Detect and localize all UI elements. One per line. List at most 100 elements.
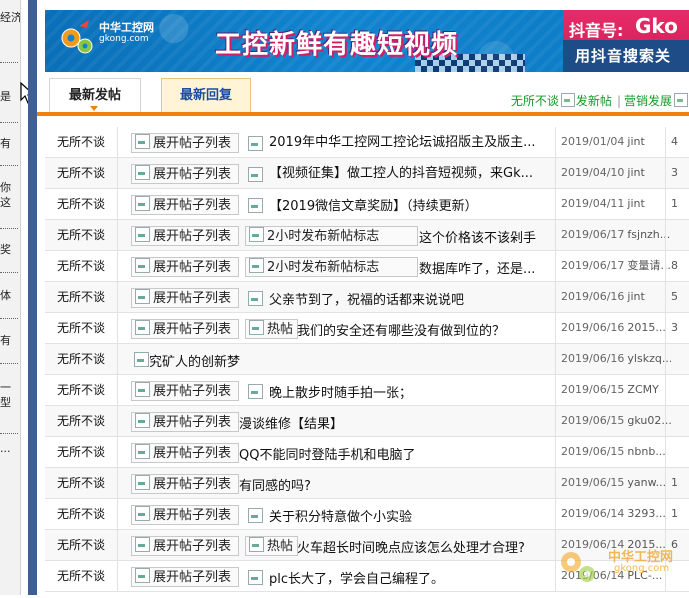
forum-name[interactable]: 无所不谈 (45, 530, 118, 560)
marketing-link[interactable]: 营销发展 (624, 94, 672, 108)
thread-title[interactable]: plc长大了，学会自己编程了。 (269, 571, 444, 589)
table-row: 无所不谈 展开帖子列表 晚上散步时随手拍一张； 2019/06/15 ZCMY (45, 375, 689, 406)
thread-title[interactable]: 有同感的吗? (239, 478, 311, 496)
thread-title[interactable]: 晚上散步时随手拍一张； (269, 385, 412, 403)
thread-title[interactable]: 【2019微信文章奖励】（持续更新） (269, 198, 478, 216)
forum-name[interactable]: 无所不谈 (45, 158, 118, 188)
expand-list-button[interactable]: 展开帖子列表 (131, 288, 239, 308)
table-row: 无所不谈 展开帖子列表 【视频征集】做工控人的抖音短视频，来Gk... 2019… (45, 158, 689, 189)
thread-title[interactable]: 我们的安全还有哪些没有做到位的？ (297, 323, 505, 341)
forum-name[interactable]: 无所不谈 (45, 220, 118, 250)
reply-count (665, 437, 689, 467)
new-badge-label: 2小时发布新帖标志 (267, 229, 380, 244)
expand-list-button[interactable]: 展开帖子列表 (131, 195, 239, 215)
sidebar-fragment[interactable]: 你这 (0, 180, 14, 210)
thread-title[interactable]: 2019年中华工控网工控论坛诚招版主及版主... (269, 134, 535, 152)
sidebar-fragment[interactable]: 是 (0, 89, 11, 104)
site-logo[interactable]: 中华工控网 gkong.com (55, 16, 165, 62)
forum-name[interactable]: 无所不谈 (45, 499, 118, 529)
author-link[interactable]: fsjnzh... (627, 228, 670, 241)
broken-image-icon (135, 506, 150, 521)
expand-label: 展开帖子列表 (153, 136, 232, 151)
hot-badge-label: 热帖 (267, 539, 294, 554)
reply-count: 1 (665, 189, 689, 219)
author-link[interactable]: jint (627, 290, 644, 303)
broken-image-icon (135, 475, 150, 490)
tab-latest-posts[interactable]: 最新发帖 (49, 78, 141, 114)
broken-image-icon (135, 568, 150, 583)
thread-title[interactable]: 漫谈维修【结果】 (239, 416, 343, 434)
expand-list-button[interactable]: 展开帖子列表 (131, 443, 239, 463)
forum-name[interactable]: 无所不谈 (45, 282, 118, 312)
forum-name[interactable]: 无所不谈 (45, 251, 118, 281)
broken-image-icon (135, 444, 150, 459)
expand-list-button[interactable]: 展开帖子列表 (131, 381, 239, 401)
forum-name[interactable]: 无所不谈 (45, 561, 118, 591)
forum-name[interactable]: 无所不谈 (45, 375, 118, 405)
author-link[interactable]: jint (627, 135, 644, 148)
expand-list-button[interactable]: 展开帖子列表 (131, 505, 239, 525)
thread-title[interactable]: 父亲节到了，祝福的话都来说说吧 (269, 292, 464, 310)
table-row: 无所不谈 展开帖子列表 热帖 我们的安全还有哪些没有做到位的？ 2019/06/… (45, 313, 689, 344)
author-link[interactable]: yanw... (627, 476, 666, 489)
thread-title[interactable]: 这个价格该不该剁手 (419, 230, 536, 248)
expand-list-button[interactable]: 展开帖子列表 (131, 536, 239, 556)
title-cell: 展开帖子列表 QQ不能同时登陆手机和电脑了 (127, 437, 555, 467)
author-link[interactable]: ZCMY (627, 383, 658, 396)
tab-latest-replies[interactable]: 最新回复 (161, 78, 251, 114)
forum-link[interactable]: 无所不谈 (511, 94, 559, 108)
broken-image-icon (249, 258, 264, 273)
expand-list-button[interactable]: 展开帖子列表 (131, 567, 239, 587)
expand-list-button[interactable]: 展开帖子列表 (131, 412, 239, 432)
broken-image-icon (135, 258, 150, 273)
forum-name[interactable]: 无所不谈 (45, 437, 118, 467)
broken-image-icon (674, 93, 688, 107)
title-cell: 展开帖子列表 【2019微信文章奖励】（持续更新） (127, 189, 555, 219)
thread-title[interactable]: 究矿人的创新梦 (149, 354, 240, 372)
author-link[interactable]: 2015... (627, 321, 665, 334)
thread-title[interactable]: QQ不能同时登陆手机和电脑了 (239, 447, 415, 465)
sidebar-divider (0, 122, 18, 123)
broken-image-icon (249, 227, 264, 242)
post-date: 2019/06/17 变量请... (555, 251, 671, 281)
sidebar-fragment[interactable]: 一型 (0, 380, 12, 410)
expand-label: 展开帖子列表 (153, 570, 232, 585)
thread-title[interactable]: 关于积分特意做个小实验 (269, 509, 412, 527)
expand-list-button[interactable]: 展开帖子列表 (131, 319, 239, 339)
tab-underline (37, 112, 689, 116)
promo-banner[interactable]: 中华工控网 gkong.com 工控新鲜有趣短视频 抖音号: Gko 用抖音搜索… (45, 10, 689, 72)
author-link[interactable]: nbnb... (627, 445, 665, 458)
sidebar-divider (0, 165, 18, 166)
thread-title[interactable]: 【视频征集】做工控人的抖音短视频，来Gk... (269, 165, 533, 183)
forum-name[interactable]: 无所不谈 (45, 189, 118, 219)
author-link[interactable]: jint (627, 166, 644, 179)
hot-badge-label: 热帖 (267, 322, 294, 337)
frame-splitter[interactable] (28, 0, 37, 595)
title-cell: 展开帖子列表 父亲节到了，祝福的话都来说说吧 (127, 282, 555, 312)
expand-list-button[interactable]: 展开帖子列表 (131, 257, 239, 277)
reply-count (665, 220, 689, 250)
author-link[interactable]: 3293... (627, 507, 665, 520)
reply-count (665, 406, 689, 436)
thread-title[interactable]: 火车超长时间晚点应该怎么处理才合理? (297, 540, 525, 558)
expand-list-button[interactable]: 展开帖子列表 (131, 133, 239, 153)
author-link[interactable]: jint (627, 197, 644, 210)
new-post-link[interactable]: 发新帖 (576, 94, 612, 108)
forum-name[interactable]: 无所不谈 (45, 344, 118, 374)
sidebar-divider (0, 318, 18, 319)
sidebar-fragment[interactable]: 有 (0, 136, 11, 151)
sidebar-fragment[interactable]: 体 (0, 288, 11, 303)
post-type-icon (245, 167, 263, 185)
forum-name[interactable]: 无所不谈 (45, 468, 118, 498)
expand-list-button[interactable]: 展开帖子列表 (131, 226, 239, 246)
sidebar-fragment[interactable]: 经济采 (0, 10, 20, 25)
expand-list-button[interactable]: 展开帖子列表 (131, 164, 239, 184)
sidebar-fragment[interactable]: 奖 (0, 242, 11, 257)
thread-title[interactable]: 数据库咋了，还是... (419, 261, 535, 279)
post-date: 2019/06/15 ZCMY (555, 375, 671, 405)
sidebar-fragment[interactable]: 有 (0, 333, 11, 348)
forum-name[interactable]: 无所不谈 (45, 406, 118, 436)
forum-name[interactable]: 无所不谈 (45, 313, 118, 343)
expand-list-button[interactable]: 展开帖子列表 (131, 474, 239, 494)
forum-name[interactable]: 无所不谈 (45, 127, 118, 157)
